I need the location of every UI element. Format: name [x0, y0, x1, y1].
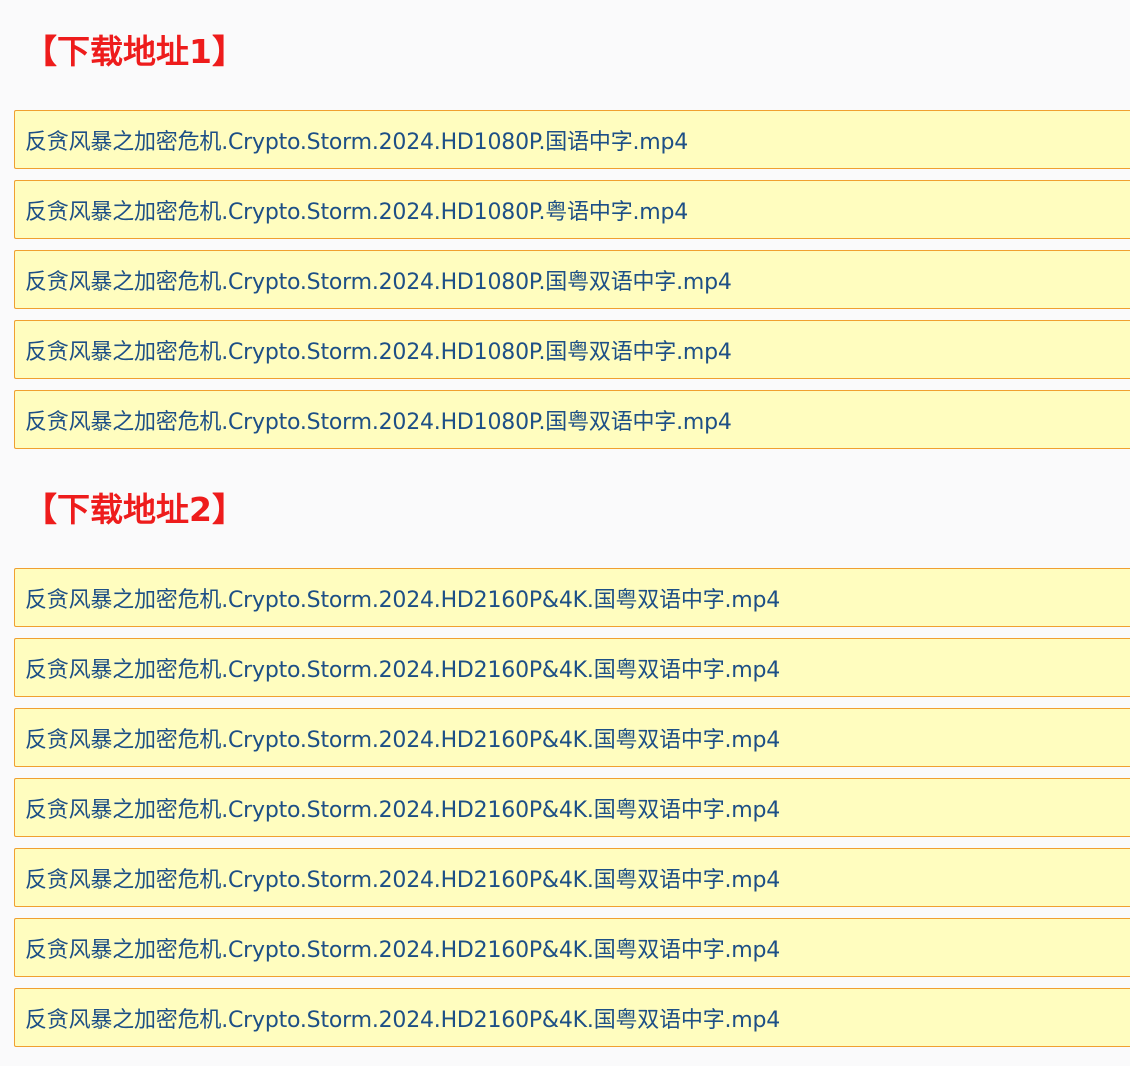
download-link-row[interactable]: 反贪风暴之加密危机.Crypto.Storm.2024.HD2160P&4K.国…	[14, 848, 1130, 907]
download-page: 【下载地址1】 反贪风暴之加密危机.Crypto.Storm.2024.HD10…	[0, 0, 1130, 1066]
download-link-text[interactable]: 反贪风暴之加密危机.Crypto.Storm.2024.HD2160P&4K.国…	[25, 932, 780, 964]
download-link-row[interactable]: 反贪风暴之加密危机.Crypto.Storm.2024.HD2160P&4K.国…	[14, 568, 1130, 627]
download-link-row[interactable]: 反贪风暴之加密危机.Crypto.Storm.2024.HD2160P&4K.国…	[14, 918, 1130, 977]
download-link-text[interactable]: 反贪风暴之加密危机.Crypto.Storm.2024.HD2160P&4K.国…	[25, 652, 780, 684]
download-section-2-list: 反贪风暴之加密危机.Crypto.Storm.2024.HD2160P&4K.国…	[14, 568, 1130, 1058]
download-link-row[interactable]: 反贪风暴之加密危机.Crypto.Storm.2024.HD2160P&4K.国…	[14, 638, 1130, 697]
download-link-row[interactable]: 反贪风暴之加密危机.Crypto.Storm.2024.HD2160P&4K.国…	[14, 988, 1130, 1047]
download-link-text[interactable]: 反贪风暴之加密危机.Crypto.Storm.2024.HD2160P&4K.国…	[25, 1002, 780, 1034]
download-link-row[interactable]: 反贪风暴之加密危机.Crypto.Storm.2024.HD1080P.国语中字…	[14, 110, 1130, 169]
download-section-1-list: 反贪风暴之加密危机.Crypto.Storm.2024.HD1080P.国语中字…	[14, 110, 1130, 460]
download-link-text[interactable]: 反贪风暴之加密危机.Crypto.Storm.2024.HD1080P.国语中字…	[25, 124, 688, 156]
download-link-row[interactable]: 反贪风暴之加密危机.Crypto.Storm.2024.HD1080P.粤语中字…	[14, 180, 1130, 239]
download-link-text[interactable]: 反贪风暴之加密危机.Crypto.Storm.2024.HD2160P&4K.国…	[25, 722, 780, 754]
download-link-text[interactable]: 反贪风暴之加密危机.Crypto.Storm.2024.HD1080P.国粤双语…	[25, 264, 732, 296]
download-link-text[interactable]: 反贪风暴之加密危机.Crypto.Storm.2024.HD1080P.国粤双语…	[25, 404, 732, 436]
download-link-text[interactable]: 反贪风暴之加密危机.Crypto.Storm.2024.HD2160P&4K.国…	[25, 862, 780, 894]
download-link-text[interactable]: 反贪风暴之加密危机.Crypto.Storm.2024.HD1080P.粤语中字…	[25, 194, 688, 226]
download-section-2-heading: 【下载地址2】	[24, 490, 245, 529]
download-link-row[interactable]: 反贪风暴之加密危机.Crypto.Storm.2024.HD1080P.国粤双语…	[14, 320, 1130, 379]
download-link-row[interactable]: 反贪风暴之加密危机.Crypto.Storm.2024.HD1080P.国粤双语…	[14, 390, 1130, 449]
download-link-row[interactable]: 反贪风暴之加密危机.Crypto.Storm.2024.HD1080P.国粤双语…	[14, 250, 1130, 309]
download-link-row[interactable]: 反贪风暴之加密危机.Crypto.Storm.2024.HD2160P&4K.国…	[14, 778, 1130, 837]
download-link-text[interactable]: 反贪风暴之加密危机.Crypto.Storm.2024.HD2160P&4K.国…	[25, 582, 780, 614]
download-section-1-heading: 【下载地址1】	[24, 32, 245, 71]
download-link-row[interactable]: 反贪风暴之加密危机.Crypto.Storm.2024.HD2160P&4K.国…	[14, 708, 1130, 767]
download-link-text[interactable]: 反贪风暴之加密危机.Crypto.Storm.2024.HD1080P.国粤双语…	[25, 334, 732, 366]
download-link-text[interactable]: 反贪风暴之加密危机.Crypto.Storm.2024.HD2160P&4K.国…	[25, 792, 780, 824]
